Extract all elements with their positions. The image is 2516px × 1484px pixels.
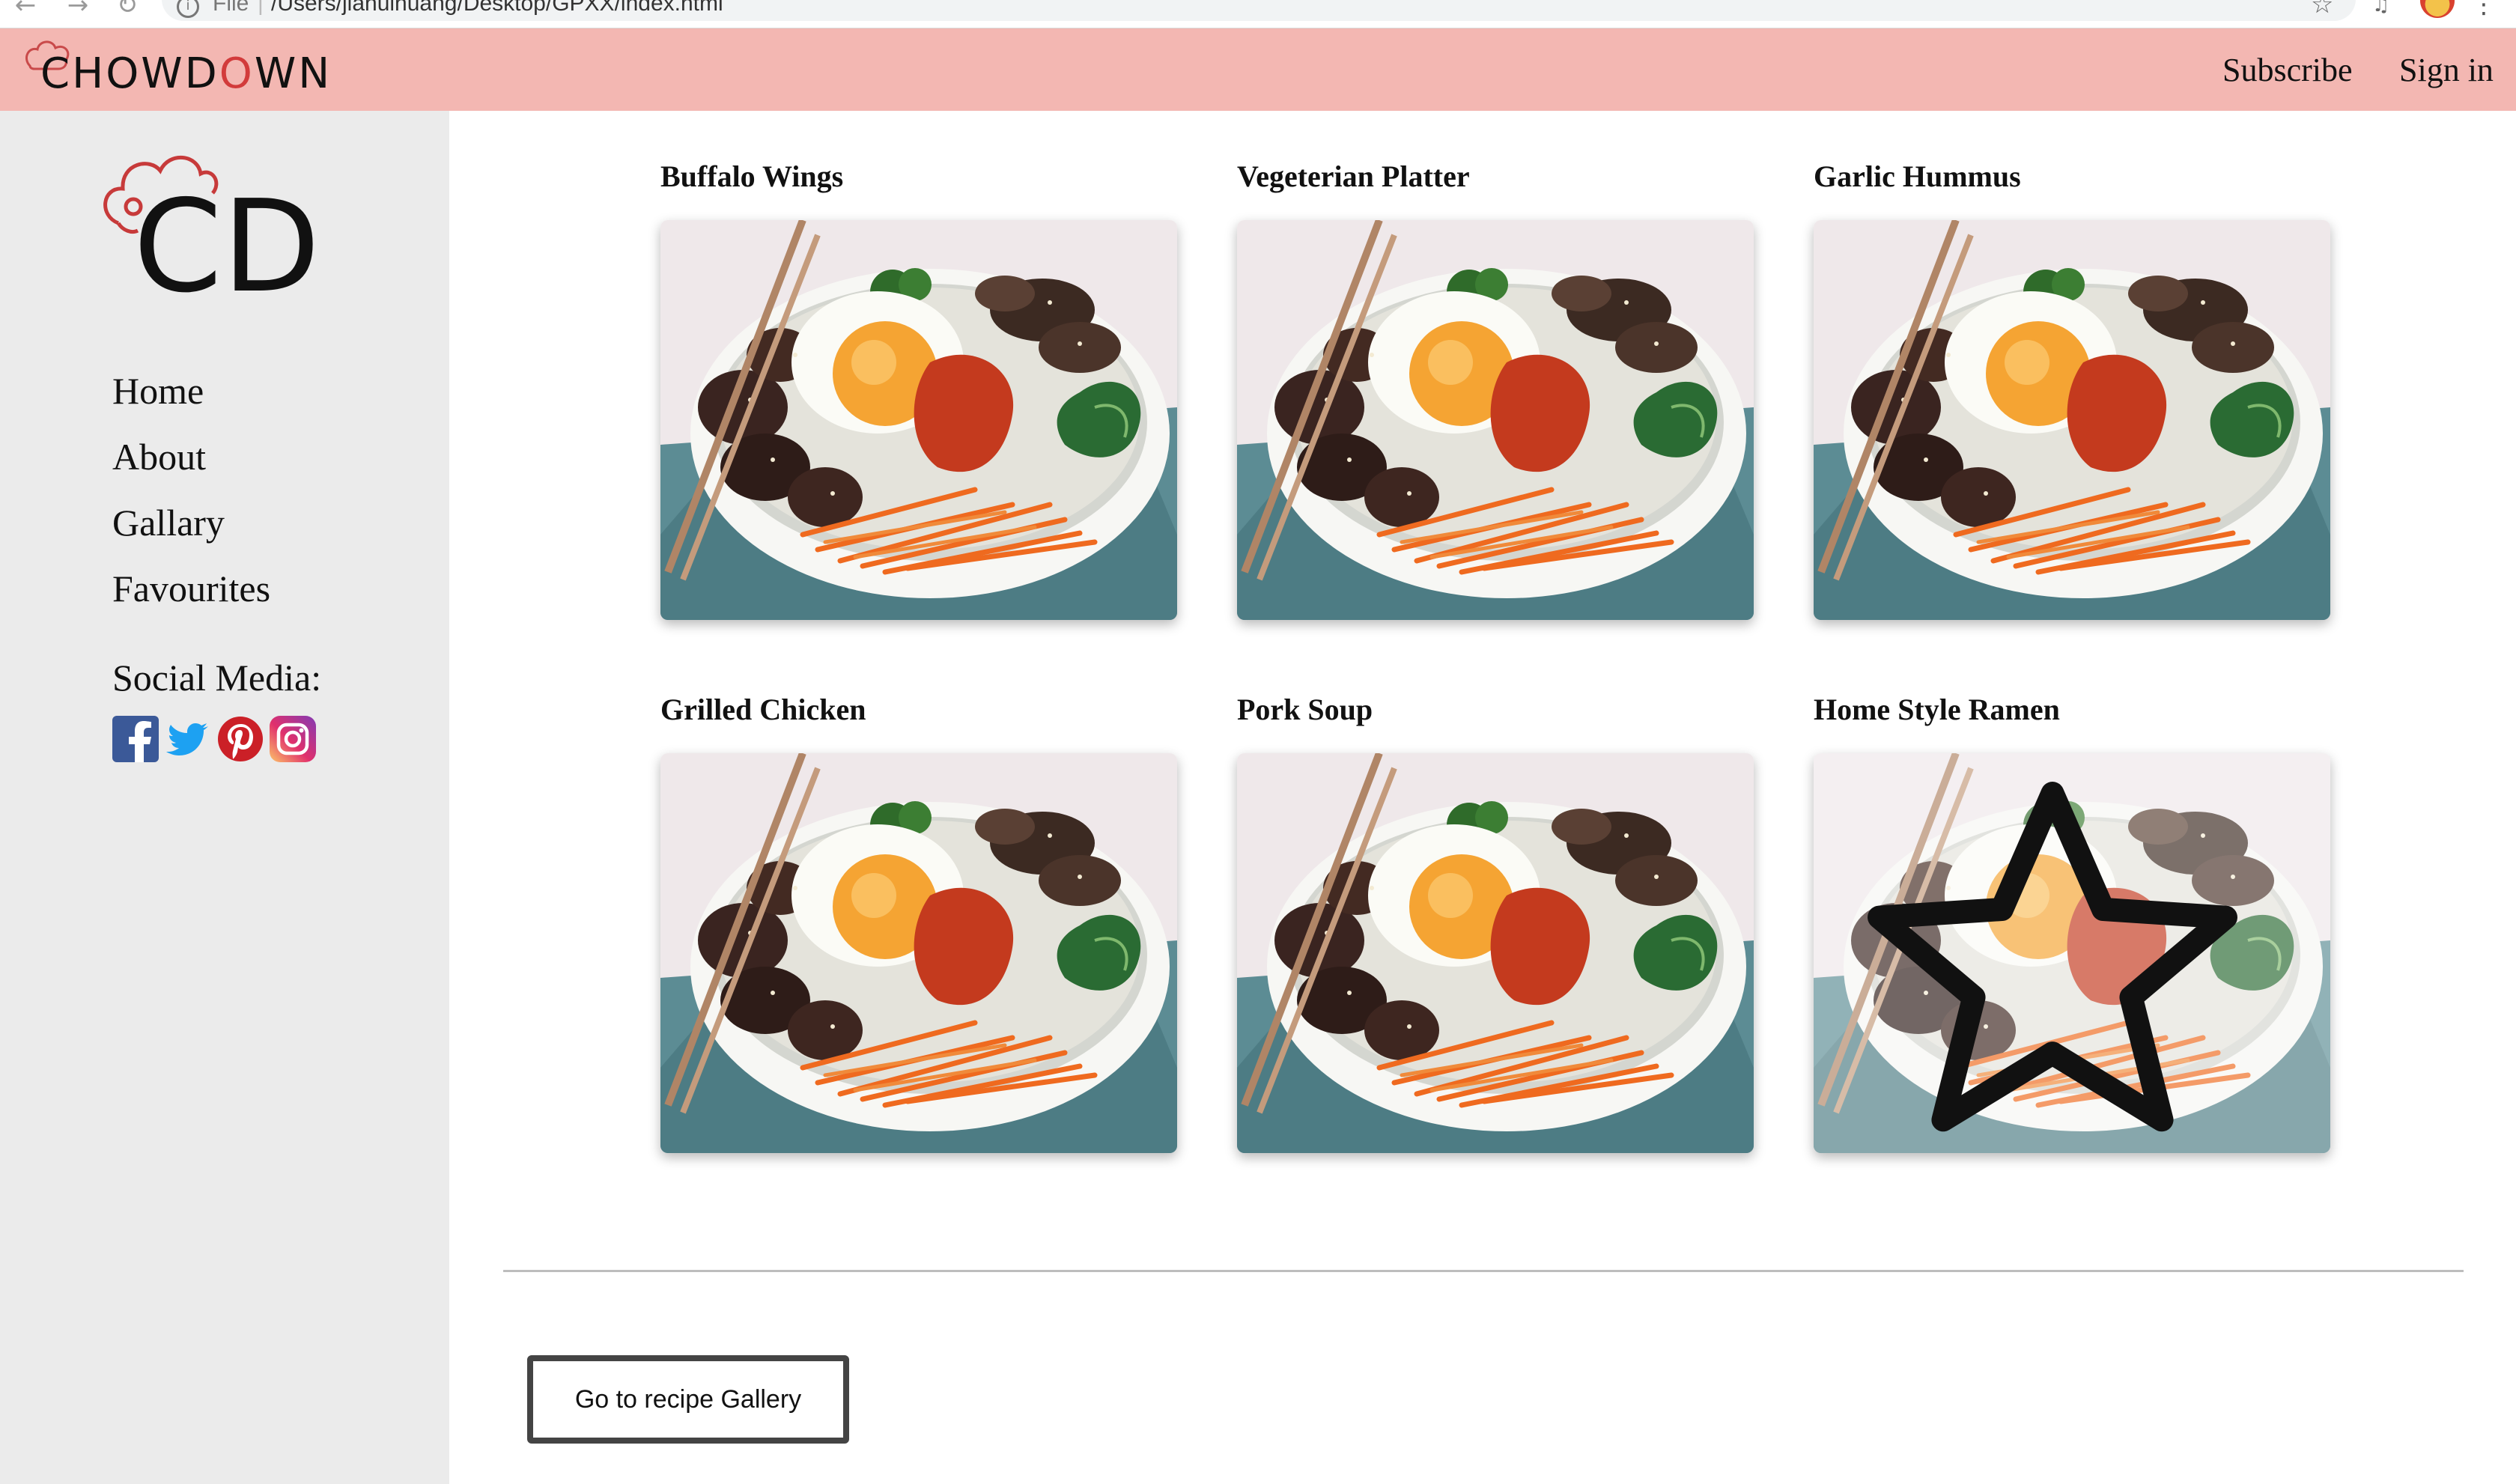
recipe-title[interactable]: Buffalo Wings: [660, 154, 1177, 199]
reload-icon[interactable]: ↻: [112, 0, 142, 18]
recipe-title[interactable]: Garlic Hummus: [1814, 154, 2330, 199]
recipe-image[interactable]: [1237, 753, 1754, 1153]
address-separator: |: [258, 0, 264, 16]
address-scheme-label: File: [213, 0, 249, 16]
sidebar-nav: Home About Gallary Favourites: [112, 358, 270, 621]
brand-logo[interactable]: CHOWDOWN: [22, 28, 337, 111]
pinterest-icon[interactable]: [217, 716, 264, 762]
site-header: CHOWDOWN Subscribe Sign in: [0, 28, 2516, 111]
recipe-card[interactable]: Garlic Hummus: [1814, 154, 2330, 620]
twitter-icon[interactable]: [165, 716, 211, 762]
recipe-title[interactable]: Pork Soup: [1237, 687, 1754, 732]
recipe-card[interactable]: Pork Soup: [1237, 687, 1754, 1153]
go-to-gallery-button[interactable]: Go to recipe Gallery: [527, 1355, 849, 1444]
arrow-left-icon[interactable]: ←: [10, 0, 40, 18]
subscribe-link[interactable]: Subscribe: [2222, 48, 2353, 93]
recipe-title[interactable]: Home Style Ramen: [1814, 687, 2330, 732]
recipe-image[interactable]: [1237, 220, 1754, 620]
sidebar-logo-text: CD: [133, 173, 320, 298]
brand-accent-letter: O: [219, 49, 255, 98]
recipe-image[interactable]: [1814, 753, 2330, 1153]
media-control-icon[interactable]: ♫: [2372, 0, 2398, 16]
recipe-image[interactable]: [660, 220, 1177, 620]
instagram-icon[interactable]: [270, 716, 316, 762]
recipe-title[interactable]: Grilled Chicken: [660, 687, 1177, 732]
profile-avatar[interactable]: [2420, 0, 2455, 18]
recipe-image[interactable]: [660, 753, 1177, 1153]
arrow-right-icon[interactable]: →: [63, 0, 93, 18]
brand-suffix: WN: [254, 49, 332, 98]
recipe-title[interactable]: Vegeterian Platter: [1237, 154, 1754, 199]
more-menu-icon[interactable]: ⋮: [2471, 0, 2497, 19]
sign-in-link[interactable]: Sign in: [2399, 48, 2494, 93]
address-url[interactable]: /Users/jiahuihuang/Desktop/GPXX/index.ht…: [271, 0, 723, 16]
sidebar: CD Home About Gallary Favourites Social …: [0, 111, 449, 1484]
brand-prefix: CHOWD: [40, 49, 219, 98]
recipe-image[interactable]: [1814, 220, 2330, 620]
sidebar-item-favourites[interactable]: Favourites: [112, 556, 270, 621]
bookmark-star-icon[interactable]: ☆: [2311, 0, 2333, 19]
social-media-heading: Social Media:: [112, 657, 322, 699]
recipe-card[interactable]: Grilled Chicken: [660, 687, 1177, 1153]
social-icons: [112, 716, 316, 762]
browser-toolbar: ← → ↻ i File | /Users/jiahuihuang/Deskto…: [0, 0, 2516, 28]
sidebar-item-gallary[interactable]: Gallary: [112, 490, 270, 556]
star-outline-icon[interactable]: [1814, 767, 2311, 1153]
sidebar-logo[interactable]: CD: [88, 141, 328, 298]
recipe-card[interactable]: Buffalo Wings: [660, 154, 1177, 620]
brand-wordmark: CHOWDOWN: [40, 49, 332, 98]
recipe-card-hovered[interactable]: Home Style Ramen: [1814, 687, 2330, 1153]
facebook-icon[interactable]: [112, 716, 159, 762]
sidebar-item-home[interactable]: Home: [112, 358, 270, 424]
sidebar-item-about[interactable]: About: [112, 424, 270, 490]
recipe-card[interactable]: Vegeterian Platter: [1237, 154, 1754, 620]
content-divider: [503, 1270, 2464, 1272]
